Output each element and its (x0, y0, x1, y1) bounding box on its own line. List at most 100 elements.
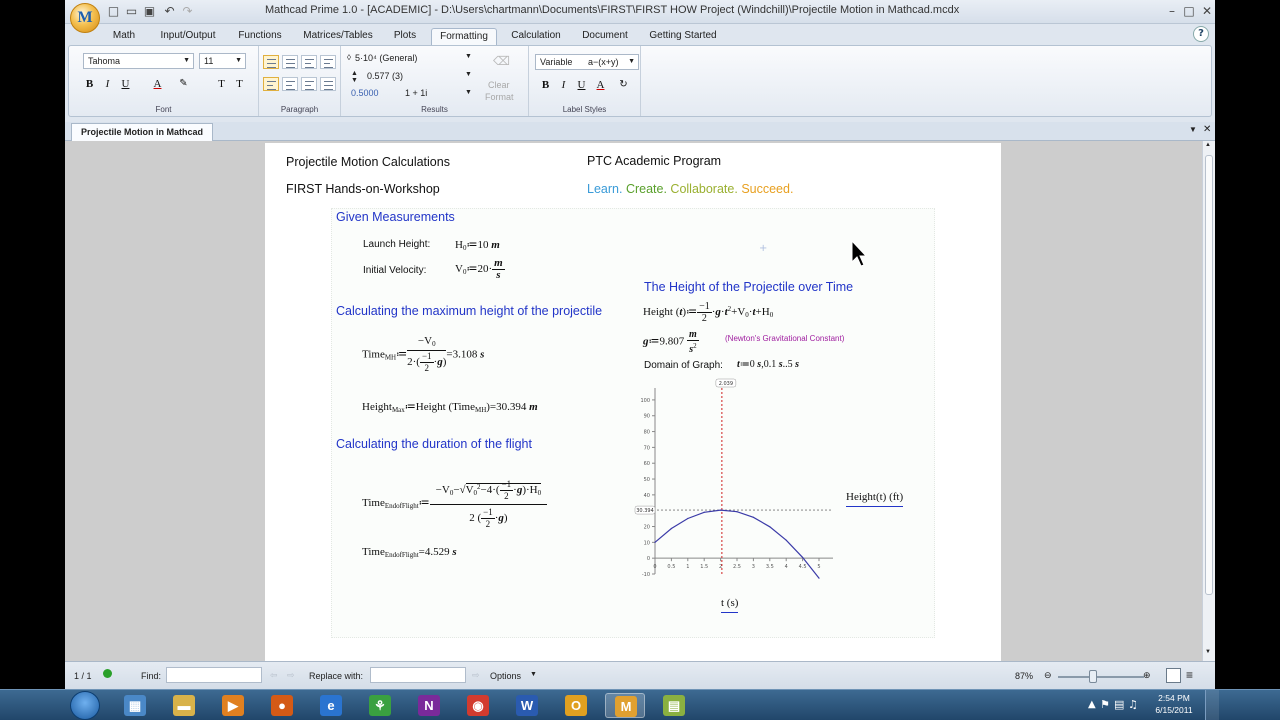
tab-menu-chevron-icon[interactable]: ▼ (1189, 125, 1197, 134)
taskbar-folder-button[interactable]: ▬ (164, 693, 204, 718)
scroll-up-icon[interactable]: ▲ (1205, 142, 1211, 148)
taskbar-word-button[interactable]: W (507, 693, 547, 718)
taskbar-outlook-button[interactable]: O (556, 693, 596, 718)
ribbon-tabs: Math Input/Output Functions Matrices/Tab… (65, 24, 1215, 46)
tab-functions[interactable]: Functions (235, 28, 285, 46)
taskbar-app-green-button[interactable]: ⚘ (360, 693, 400, 718)
document-tab[interactable]: Projectile Motion in Mathcad (71, 123, 214, 141)
scrollbar-thumb[interactable] (1205, 155, 1213, 595)
replace-arrow-icon[interactable]: ⇨ (472, 670, 480, 681)
precision-select[interactable]: 0.577 (3) (367, 71, 403, 81)
label-italic-button[interactable]: I (555, 77, 572, 93)
find-previous-icon[interactable]: ⇦ (270, 670, 278, 681)
tray-volume-icon[interactable]: ♫ (1128, 698, 1138, 711)
show-desktop-button[interactable] (1205, 690, 1219, 720)
trailing-zeros-toggle[interactable]: 0.5000 (351, 88, 379, 98)
italic-button[interactable]: I (99, 76, 116, 92)
mathcad-logo[interactable]: M (70, 3, 100, 33)
chevron-down-icon[interactable]: ▼ (530, 671, 537, 678)
worksheet-page[interactable]: Projectile Motion Calculations FIRST Han… (265, 143, 1001, 661)
system-clock[interactable]: 2:54 PM 6/15/2011 (1148, 692, 1200, 716)
height-plot[interactable]: 1009080706050403020100-1000.511.522.533.… (265, 143, 1001, 661)
font-size-select[interactable]: 11 ▼ (199, 53, 246, 69)
help-icon[interactable]: ? (1193, 26, 1209, 42)
subscript-button[interactable]: T (231, 76, 248, 92)
label-underline-button[interactable]: U (573, 77, 590, 93)
draft-view-icon[interactable]: ≡ (1186, 668, 1193, 682)
chevron-down-icon[interactable]: ▼ (465, 53, 472, 60)
bullet-list-icon[interactable] (263, 55, 279, 69)
taskbar-media-player-button[interactable]: ▶ (213, 693, 253, 718)
label-styles-group-label: Label Styles (562, 105, 607, 114)
complex-format-select[interactable]: 1 + 1i (405, 88, 427, 98)
precision-spinner-icon[interactable]: ▲ ▼ (351, 70, 358, 84)
tab-getting-started[interactable]: Getting Started (647, 28, 719, 46)
tab-calculation[interactable]: Calculation (508, 28, 564, 46)
tab-formatting[interactable]: Formatting (431, 28, 497, 46)
font-family-value: Tahoma (88, 56, 121, 66)
chevron-down-icon[interactable]: ▼ (465, 89, 472, 96)
taskbar-chrome-button[interactable]: ◉ (458, 693, 498, 718)
y-axis-label[interactable]: Height(t) (ft) (846, 491, 904, 507)
height-data-point (687, 517, 689, 520)
maximize-button[interactable]: □ (1180, 3, 1198, 19)
font-family-select[interactable]: Tahoma ▼ (83, 53, 194, 69)
tab-math[interactable]: Math (105, 28, 143, 46)
font-color-button[interactable]: A (149, 76, 166, 92)
close-document-icon[interactable]: ✕ (1203, 124, 1211, 135)
close-button[interactable]: ✕ (1198, 3, 1215, 19)
result-format-select[interactable]: 5·10⁴ (General) (355, 53, 417, 63)
new-document-icon[interactable]: □ (107, 5, 120, 18)
label-style-refresh-icon[interactable]: ↻ (615, 77, 632, 93)
zoom-slider-thumb[interactable] (1089, 670, 1097, 683)
find-input[interactable] (166, 667, 262, 683)
zoom-slider-track[interactable] (1058, 676, 1144, 678)
scroll-down-icon[interactable]: ▼ (1205, 649, 1211, 655)
highlight-color-icon[interactable]: ✎ (175, 76, 192, 92)
tab-matrices-tables[interactable]: Matrices/Tables (302, 28, 374, 46)
taskbar-explorer-button[interactable]: ▦ (115, 693, 155, 718)
find-next-icon[interactable]: ⇨ (287, 670, 295, 681)
start-button[interactable] (70, 691, 100, 720)
label-bold-button[interactable]: B (537, 77, 554, 93)
numbered-list-icon[interactable] (282, 55, 298, 69)
clear-format-label-2[interactable]: Format (485, 92, 514, 102)
options-button[interactable]: Options (490, 671, 521, 681)
results-group: ◊ 5·10⁴ (General) ▼ ▲ ▼ 0.577 (3) ▼ 0.500… (341, 46, 529, 116)
label-style-select[interactable]: Variable a−(x+y) ▼ (535, 54, 639, 70)
minimize-button[interactable]: – (1163, 3, 1181, 19)
taskbar-mathcad-button[interactable]: M (605, 693, 645, 718)
taskbar-firefox-button[interactable]: ● (262, 693, 302, 718)
label-font-color-button[interactable]: A (592, 77, 609, 93)
chevron-down-icon[interactable]: ▼ (465, 71, 472, 78)
tab-document[interactable]: Document (577, 28, 633, 46)
redo-icon[interactable]: ↷ (181, 5, 194, 18)
increase-indent-icon[interactable] (320, 55, 336, 69)
save-icon[interactable]: ▣ (143, 5, 156, 18)
undo-icon[interactable]: ↶ (163, 5, 176, 18)
replace-input[interactable] (370, 667, 466, 683)
tray-arrow-icon[interactable]: ▲ (1088, 699, 1096, 710)
align-left-icon[interactable] (263, 77, 279, 91)
align-right-icon[interactable] (301, 77, 317, 91)
zoom-in-icon[interactable]: ⊕ (1143, 670, 1151, 681)
align-center-icon[interactable] (282, 77, 298, 91)
page-view-icon[interactable] (1166, 668, 1181, 683)
underline-button[interactable]: U (117, 76, 134, 92)
tab-plots[interactable]: Plots (387, 28, 423, 46)
taskbar-notes-button[interactable]: ▤ (654, 693, 694, 718)
x-axis-label[interactable]: t (s) (721, 597, 739, 613)
open-folder-icon[interactable]: ▭ (125, 5, 138, 18)
vertical-scrollbar[interactable]: ▲ ▼ (1202, 141, 1215, 661)
decrease-indent-icon[interactable] (301, 55, 317, 69)
clear-format-label-1[interactable]: Clear (488, 80, 510, 90)
zoom-out-icon[interactable]: ⊖ (1044, 670, 1052, 681)
align-justify-icon[interactable] (320, 77, 336, 91)
tray-network-icon[interactable]: ▤ (1114, 698, 1124, 711)
taskbar-onenote-button[interactable]: N (409, 693, 449, 718)
tab-input-output[interactable]: Input/Output (155, 28, 221, 46)
taskbar-internet-explorer-button[interactable]: e (311, 693, 351, 718)
bold-button[interactable]: B (81, 76, 98, 92)
superscript-button[interactable]: T (213, 76, 230, 92)
tray-flag-icon[interactable]: ⚑ (1100, 698, 1110, 711)
